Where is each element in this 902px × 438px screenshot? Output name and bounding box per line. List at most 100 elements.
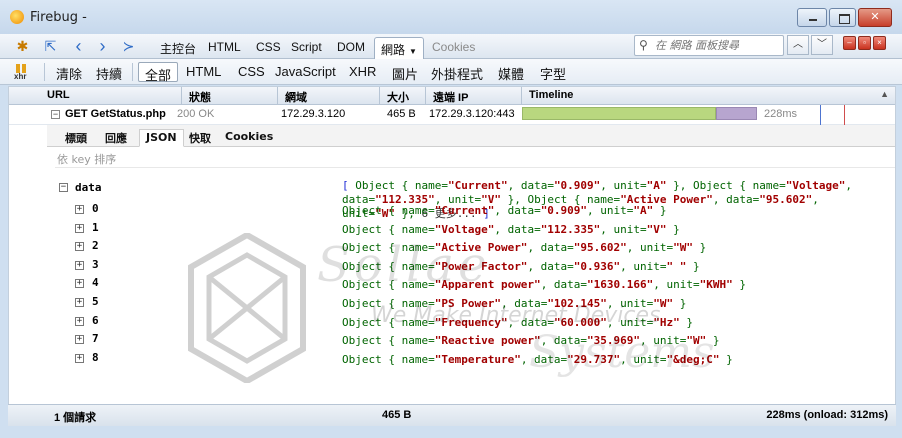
search-prev-button[interactable]: ︿ (787, 35, 809, 55)
close-icon: ✕ (870, 11, 880, 23)
json-item-key: 6 (92, 313, 99, 327)
watermark-systems: Systems (529, 327, 715, 378)
col-domain[interactable]: 網域 (285, 89, 307, 105)
total-size: 465 B (382, 409, 412, 421)
tab-response[interactable]: 回應 (99, 129, 133, 147)
inspect-icon[interactable]: ⇱ (42, 38, 59, 55)
json-item-value[interactable]: Object { name="Voltage", data="112.335",… (342, 223, 680, 236)
tab-css[interactable]: CSS (250, 37, 287, 57)
request-row[interactable]: − GET GetStatus.php 200 OK 172.29.3.120 … (9, 105, 895, 125)
expand-icon[interactable]: + (75, 223, 84, 233)
filter-html-button[interactable]: HTML (180, 62, 227, 82)
col-size[interactable]: 大小 (387, 89, 409, 105)
collapse-icon[interactable]: − (51, 110, 60, 119)
filter-all-button[interactable]: 全部 (138, 62, 179, 83)
tab-cookies-detail[interactable]: Cookies (219, 129, 279, 147)
minimize-button[interactable] (797, 8, 827, 27)
chevron-down-icon: ▼ (409, 47, 417, 56)
timeline-waiting-segment (522, 107, 716, 120)
col-remote-ip[interactable]: 遠端 IP (433, 89, 468, 105)
persist-button[interactable]: 持續 (90, 62, 128, 82)
json-item-key: 0 (92, 202, 99, 215)
watermark-logo (188, 233, 306, 383)
detach-firebug-icon[interactable]: ▫ (858, 36, 871, 50)
tab-dom[interactable]: DOM (331, 37, 371, 57)
column-header-row: URL 狀態 網域 大小 遠端 IP Timeline ▲ (9, 87, 895, 105)
col-timeline[interactable]: Timeline (529, 89, 573, 101)
timeline-bar (522, 107, 762, 120)
timeline-receiving-segment (716, 107, 757, 120)
tab-console[interactable]: 主控台 (154, 37, 202, 57)
search-next-button[interactable]: ﹀ (811, 35, 833, 55)
close-button[interactable]: ✕ (858, 8, 892, 27)
search-icon: ⚲ (639, 38, 648, 52)
expand-icon[interactable]: + (75, 298, 84, 307)
detail-tabs: 標頭 回應 JSON 快取 Cookies (47, 125, 895, 147)
back-arrow-icon[interactable]: ‹ (70, 37, 87, 55)
window-title-bar: Firebug - ✕ (0, 0, 902, 34)
json-item-value[interactable]: Object { name="Current", data="0.909", u… (342, 204, 667, 217)
clear-button[interactable]: 清除 (50, 62, 88, 82)
json-item-key: 1 (92, 220, 99, 234)
json-root-key: data (75, 181, 102, 194)
search-box[interactable]: ⚲ (634, 35, 784, 56)
expand-icon[interactable]: + (75, 316, 84, 326)
toolbar-divider (44, 63, 45, 81)
tab-net-label: 網路 (381, 43, 406, 57)
filter-javascript-button[interactable]: JavaScript (269, 62, 342, 82)
toolbar-divider (132, 63, 133, 81)
expand-icon[interactable]: + (75, 279, 84, 289)
col-url[interactable]: URL (47, 89, 70, 101)
domcontentloaded-marker (820, 105, 821, 125)
json-item-key: 5 (92, 295, 99, 308)
close-firebug-icon[interactable]: × (873, 36, 886, 50)
total-time: 228ms (onload: 312ms) (766, 409, 888, 421)
request-status: 200 OK (177, 108, 215, 120)
filter-xhr-button[interactable]: XHR (343, 62, 382, 82)
sort-by-key-toggle[interactable]: 依 key 排序 (57, 151, 116, 167)
tab-cache[interactable]: 快取 (183, 129, 217, 147)
json-item-key: 8 (92, 350, 99, 364)
firebug-bug-icon[interactable]: ✱ (14, 38, 31, 55)
command-line-icon[interactable]: ≻ (120, 38, 137, 55)
status-bar: 1 個請求 465 B 228ms (onload: 312ms) (8, 404, 896, 426)
filter-images-button[interactable]: 圖片 (386, 62, 424, 82)
json-item-key: 2 (92, 239, 99, 253)
xhr-label: xhr (14, 72, 27, 81)
col-status[interactable]: 狀態 (189, 89, 211, 105)
request-domain: 172.29.3.120 (281, 108, 346, 120)
watermark-slogan: We Make Internet Devices (371, 303, 661, 328)
collapse-icon[interactable]: − (59, 183, 68, 192)
request-url: GET GetStatus.php (65, 108, 166, 120)
tab-html[interactable]: HTML (202, 37, 247, 57)
json-item-key: 4 (92, 276, 99, 290)
maximize-button[interactable] (829, 8, 856, 27)
filter-media-button[interactable]: 媒體 (492, 62, 530, 82)
net-toolbar: xhr 清除 持續 全部 HTML CSS JavaScript XHR 圖片 … (0, 59, 902, 85)
tab-script[interactable]: Script (285, 37, 328, 57)
tab-net[interactable]: 網路 ▼ (374, 37, 424, 59)
window-title: Firebug - (30, 10, 87, 25)
search-input[interactable] (655, 37, 780, 54)
request-count: 1 個請求 (54, 412, 97, 424)
expand-icon[interactable]: + (75, 353, 84, 363)
tab-json[interactable]: JSON (139, 129, 184, 147)
expand-icon[interactable]: + (75, 335, 84, 345)
filter-plugins-button[interactable]: 外掛程式 (425, 62, 489, 82)
sort-arrow-icon[interactable]: ▲ (880, 89, 889, 99)
json-item-key: 7 (92, 332, 99, 346)
filter-css-button[interactable]: CSS (232, 62, 271, 82)
firebug-main-toolbar: ✱ ⇱ ‹ › ≻ 主控台 HTML CSS Script DOM 網路 ▼ Co… (0, 34, 902, 59)
divider (55, 167, 895, 168)
pause-xhr-icon[interactable]: xhr (14, 63, 32, 81)
tab-cookies[interactable]: Cookies (426, 37, 481, 57)
filter-fonts-button[interactable]: 字型 (534, 62, 572, 82)
tab-headers[interactable]: 標頭 (59, 129, 93, 147)
forward-arrow-icon[interactable]: › (94, 37, 111, 55)
request-remote-ip: 172.29.3.120:443 (429, 108, 515, 120)
net-panel: URL 狀態 網域 大小 遠端 IP Timeline ▲ − GET GetS… (8, 86, 896, 426)
expand-icon[interactable]: + (75, 260, 84, 270)
expand-icon[interactable]: + (75, 242, 84, 252)
minimize-firebug-icon[interactable]: – (843, 36, 856, 50)
expand-icon[interactable]: + (75, 205, 84, 214)
